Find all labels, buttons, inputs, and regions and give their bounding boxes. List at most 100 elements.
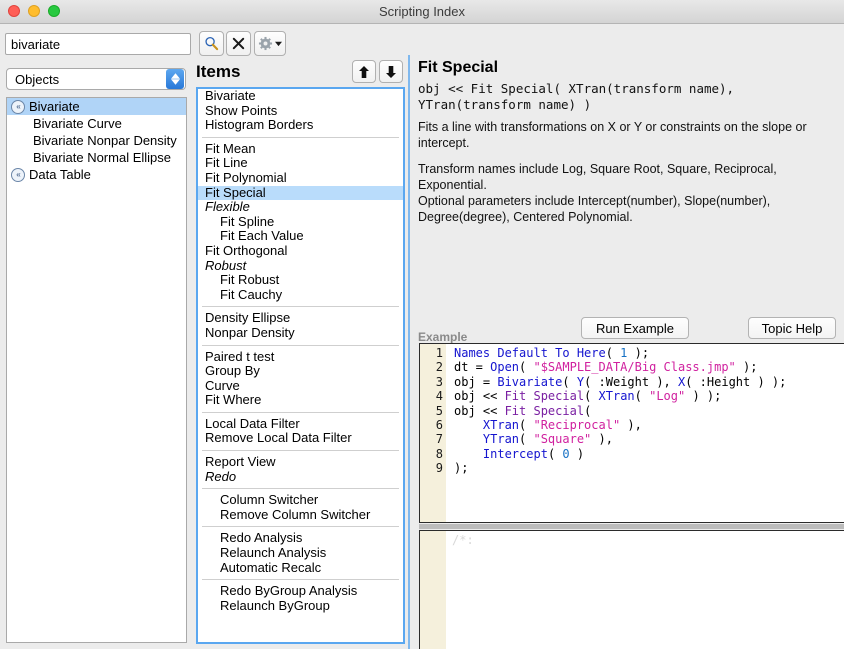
item-row[interactable]: Group By — [198, 363, 403, 379]
code-token: ), — [591, 432, 613, 447]
item-row[interactable]: Paired t test — [198, 349, 403, 365]
items-separator — [202, 411, 399, 413]
code-token: dt = — [454, 360, 491, 375]
search-input[interactable] — [5, 33, 191, 55]
item-row[interactable]: Redo ByGroup Analysis — [198, 584, 403, 599]
code-token: "Square" — [533, 432, 592, 447]
item-row[interactable]: Nonpar Density — [198, 325, 403, 341]
code-line: YTran( "Square" ), — [454, 432, 844, 446]
items-list[interactable]: Bivariate Show Points Histogram Borders Fit… — [196, 87, 405, 644]
tree-node-label: Bivariate — [29, 99, 80, 114]
item-row[interactable]: Redo Analysis — [198, 531, 403, 546]
code-token: ) ); — [685, 389, 722, 404]
arrow-down-icon — [386, 65, 396, 78]
detail-paragraph: Fits a line with transformations on X or… — [418, 120, 807, 150]
code-line: obj << Fit Special( XTran( "Log" ) ); — [454, 389, 844, 403]
collapse-disclosure-icon[interactable]: « — [11, 99, 25, 114]
item-row[interactable]: Fit Polynomial — [198, 170, 403, 186]
code-token: Fit Special — [504, 389, 585, 404]
run-example-button[interactable]: Run Example — [581, 317, 689, 339]
line-number: 2 — [435, 360, 443, 375]
items-separator — [202, 344, 399, 346]
code-token: 0 — [562, 446, 570, 461]
zoom-window-button[interactable] — [48, 5, 60, 17]
item-row[interactable]: Fit Orthogonal — [198, 243, 403, 259]
item-row[interactable]: Fit Robust — [198, 273, 403, 288]
item-row[interactable]: Show Points — [198, 103, 403, 119]
line-number: 6 — [435, 418, 443, 433]
line-number: 3 — [435, 374, 443, 389]
item-row[interactable]: Bivariate — [198, 89, 403, 104]
item-row[interactable]: Curve — [198, 378, 403, 394]
code-token: ( :Weight ), — [584, 374, 678, 389]
tree-node[interactable]: Bivariate Nonpar Density — [7, 132, 186, 149]
code-token: "Log" — [649, 389, 686, 404]
minimize-window-button[interactable] — [28, 5, 40, 17]
items-separator — [202, 450, 399, 452]
code-line-numbers: 123456789 — [420, 344, 446, 522]
code-token: ( — [519, 418, 534, 433]
item-row[interactable]: Local Data Filter — [198, 416, 403, 432]
gear-icon — [258, 36, 273, 51]
item-row[interactable]: Fit Mean — [198, 141, 403, 157]
tree-node[interactable]: « Bivariate — [7, 98, 186, 115]
topic-help-button[interactable]: Topic Help — [748, 317, 836, 339]
item-row[interactable]: Redo — [198, 469, 403, 485]
tree-node-label: Data Table — [29, 167, 91, 182]
collapse-disclosure-icon[interactable]: « — [11, 167, 25, 182]
item-row[interactable]: Remove Column Switcher — [198, 507, 403, 523]
code-token: ) — [569, 446, 585, 461]
item-row[interactable]: Histogram Borders — [198, 118, 403, 133]
detail-panel: Fit Special obj << Fit Special( XTran(tr… — [408, 55, 844, 649]
example-label: Example — [418, 330, 468, 344]
settings-menu-button[interactable] — [254, 31, 286, 56]
code-line: Names Default To Here( 1 ); — [454, 346, 844, 360]
code-token: Intercept — [482, 446, 548, 461]
code-line: obj << Fit Special( — [454, 404, 844, 418]
example-code-editor[interactable]: 123456789 Names Default To Here( 1 ); dt … — [419, 343, 844, 523]
previous-item-button[interactable] — [352, 60, 376, 83]
item-row[interactable]: Column Switcher — [198, 493, 403, 508]
code-line: XTran( "Reciprocal" ), — [454, 418, 844, 432]
line-number: 1 — [435, 533, 443, 547]
object-tree-panel[interactable]: « Bivariate Bivariate Curve Bivariate Nonpa… — [6, 97, 187, 643]
category-dropdown[interactable]: Objects — [6, 68, 186, 90]
code-token: "$SAMPLE_DATA/Big Class.jmp" — [533, 360, 736, 375]
clear-search-button[interactable] — [226, 31, 251, 56]
item-row[interactable]: Fit Where — [198, 393, 403, 408]
code-token: ( — [519, 360, 534, 375]
item-row[interactable]: Relaunch ByGroup — [198, 598, 403, 614]
code-token: Open — [490, 360, 520, 375]
tree-node[interactable]: Bivariate Normal Ellipse — [7, 149, 186, 166]
item-row[interactable]: Remove Local Data Filter — [198, 431, 403, 446]
search-button[interactable] — [199, 31, 224, 56]
item-row[interactable]: Automatic Recalc — [198, 560, 403, 576]
item-row[interactable]: Fit Each Value — [198, 229, 403, 244]
items-separator — [202, 306, 399, 308]
item-row[interactable]: Relaunch Analysis — [198, 545, 403, 561]
tree-node[interactable]: « Data Table — [7, 166, 186, 183]
item-row[interactable]: Fit Cauchy — [198, 287, 403, 303]
code-token: ); — [454, 461, 469, 476]
line-number: 4 — [435, 389, 443, 404]
item-row[interactable]: Density Ellipse — [198, 311, 403, 326]
item-row[interactable]: Fit Line — [198, 156, 403, 171]
item-row[interactable]: Robust — [198, 258, 403, 274]
title-bar: Scripting Index — [0, 0, 844, 24]
log-content[interactable]: /*: — [446, 531, 844, 649]
code-line: obj = Bivariate( Y( :Weight ), X( :Heigh… — [454, 375, 844, 389]
item-row[interactable]: Fit Spline — [198, 214, 403, 230]
items-separator — [202, 488, 399, 490]
close-window-button[interactable] — [8, 5, 20, 17]
code-content[interactable]: Names Default To Here( 1 ); dt = Open( "$… — [446, 344, 844, 522]
item-row-selected[interactable]: Fit Special — [198, 185, 403, 201]
item-row[interactable]: Flexible — [198, 200, 403, 215]
next-item-button[interactable] — [379, 60, 403, 83]
code-token: obj << — [454, 389, 505, 404]
tree-node[interactable]: Bivariate Curve — [7, 115, 186, 132]
items-separator — [202, 526, 399, 528]
code-token: YTran — [482, 432, 520, 447]
item-row[interactable]: Report View — [198, 454, 403, 470]
pane-divider[interactable] — [419, 524, 844, 529]
log-output-editor[interactable]: 1 /*: — [419, 530, 844, 649]
